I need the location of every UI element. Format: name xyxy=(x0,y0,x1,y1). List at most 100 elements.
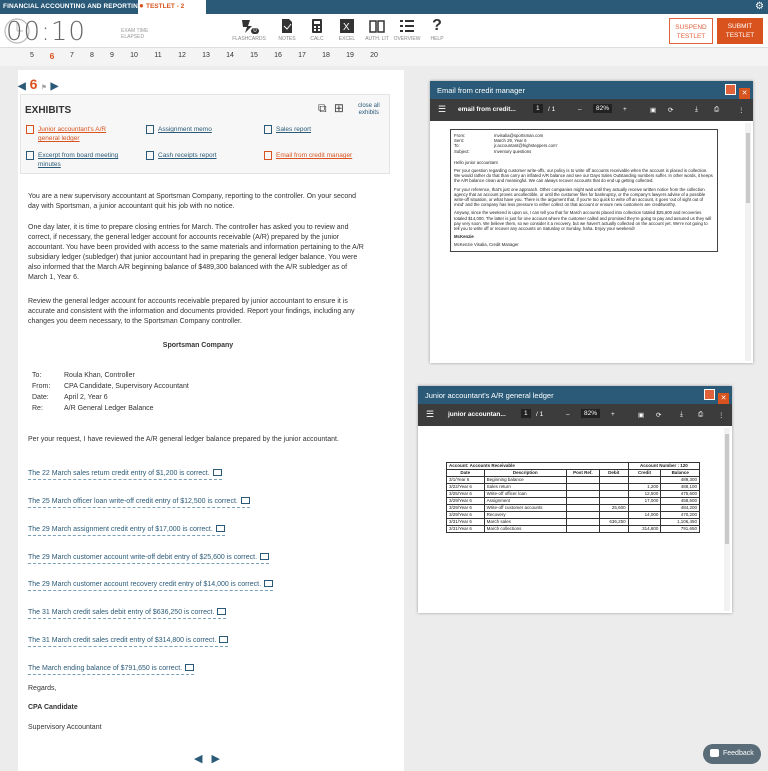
close-all-exhibits-link[interactable]: close all exhibits xyxy=(358,103,380,117)
fit-page-icon[interactable]: ▣ xyxy=(650,106,656,114)
list-icon[interactable] xyxy=(185,664,195,671)
exhibit-link-sales-report[interactable]: Sales report xyxy=(264,125,311,134)
table-cell xyxy=(565,525,600,533)
more-options-icon[interactable]: ⋮ xyxy=(738,106,745,114)
question-number[interactable]: 18 xyxy=(319,52,333,59)
exhibit-link-ar-ledger[interactable]: Junior accountant's A/R general ledger xyxy=(26,125,106,143)
close-icon[interactable]: ✕ xyxy=(739,88,750,99)
cascade-windows-icon[interactable]: ⧉ xyxy=(318,101,327,115)
help-button[interactable]: ? HELP xyxy=(422,16,452,42)
maximize-icon[interactable] xyxy=(704,389,715,400)
flashcards-button[interactable]: 0 FLASHCARDS xyxy=(226,16,272,42)
response-option[interactable]: The 31 March credit sales credit entry o… xyxy=(28,636,229,647)
list-icon[interactable] xyxy=(264,580,274,587)
more-options-icon[interactable]: ⋮ xyxy=(718,411,725,419)
auth-lit-button[interactable]: AUTH. LIT xyxy=(362,16,392,42)
zoom-in-icon[interactable]: + xyxy=(623,106,627,113)
scrollbar[interactable] xyxy=(745,123,751,361)
close-icon[interactable]: ✕ xyxy=(718,393,729,404)
exhibit-link-assignment-memo[interactable]: Assignment memo xyxy=(146,125,212,134)
gear-icon[interactable]: ⚙ xyxy=(755,1,764,12)
zoom-level[interactable]: 82% xyxy=(581,409,601,418)
feedback-button[interactable]: Feedback xyxy=(703,744,761,764)
print-icon[interactable]: ⎙ xyxy=(714,106,719,114)
table-cell xyxy=(598,483,629,491)
top-bar: FINANCIAL ACCOUNTING AND REPORTING ● TES… xyxy=(0,0,768,14)
response-option[interactable]: The March ending balance of $791,650 is … xyxy=(28,664,195,675)
list-icon[interactable] xyxy=(240,497,250,504)
window-title: Email from credit manager xyxy=(437,86,525,95)
window-titlebar[interactable]: Email from credit manager ✕ xyxy=(430,81,753,99)
submit-testlet-button[interactable]: SUBMIT TESTLET xyxy=(717,18,763,44)
zoom-out-icon[interactable]: – xyxy=(578,106,582,113)
zoom-out-icon[interactable]: – xyxy=(566,411,570,418)
email-signoff: McKenzie xyxy=(454,234,474,240)
question-number[interactable]: 16 xyxy=(271,52,285,59)
question-number[interactable]: 14 xyxy=(223,52,237,59)
question-number[interactable]: 17 xyxy=(295,52,309,59)
list-icon[interactable] xyxy=(217,608,227,615)
fit-page-icon[interactable]: ▣ xyxy=(638,411,644,419)
question-number[interactable]: 11 xyxy=(151,52,165,59)
scrollbar[interactable] xyxy=(724,428,730,611)
response-option[interactable]: The 29 March customer account write-off … xyxy=(28,553,270,564)
menu-icon[interactable]: ☰ xyxy=(426,409,434,420)
list-icon[interactable] xyxy=(215,525,225,532)
rotate-icon[interactable]: ⟳ xyxy=(668,106,673,114)
overview-button[interactable]: OVERVIEW xyxy=(392,16,422,42)
response-option[interactable]: The 29 March customer account recovery c… xyxy=(28,580,274,591)
response-option[interactable]: The 22 March sales return credit entry o… xyxy=(28,469,222,480)
question-header: ◀ 6 ⚑ ▶ xyxy=(18,76,58,92)
table-cell: March collections xyxy=(483,525,567,533)
question-number[interactable]: 12 xyxy=(175,52,189,59)
table-cell: 484,200 xyxy=(660,504,700,512)
question-number[interactable]: 9 xyxy=(105,52,119,59)
memo-key: From: xyxy=(32,383,51,390)
question-number[interactable]: 7 xyxy=(65,52,79,59)
question-number[interactable]: 8 xyxy=(85,52,99,59)
svg-text:X: X xyxy=(343,22,350,33)
prev-question-arrow-icon[interactable]: ◀ xyxy=(18,81,26,92)
table-cell: Beginning balance xyxy=(483,476,567,484)
list-icon[interactable] xyxy=(212,469,222,476)
zoom-level[interactable]: 82% xyxy=(593,104,613,113)
question-number[interactable]: 5 xyxy=(25,52,39,59)
suspend-testlet-button[interactable]: SUSPEND TESTLET xyxy=(669,18,713,44)
window-titlebar[interactable]: Junior accountant's A/R general ledger ✕ xyxy=(418,386,732,404)
response-option[interactable]: The 29 March assignment credit entry of … xyxy=(28,525,225,536)
calc-button[interactable]: CALC xyxy=(302,16,332,42)
zoom-in-icon[interactable]: + xyxy=(611,411,615,418)
question-number[interactable]: 13 xyxy=(199,52,213,59)
download-icon[interactable]: ⤓ xyxy=(680,411,683,419)
list-icon[interactable] xyxy=(219,636,229,643)
print-icon[interactable]: ⎙ xyxy=(698,411,703,419)
response-text: The March ending balance of $791,650 is … xyxy=(28,665,183,672)
question-number-current[interactable]: 6 xyxy=(45,51,59,61)
exhibit-link-cash-receipts[interactable]: Cash receipts report xyxy=(146,151,217,160)
flag-icon[interactable]: ⚑ xyxy=(41,85,46,91)
question-number[interactable]: 10 xyxy=(127,52,141,59)
menu-icon[interactable]: ☰ xyxy=(438,104,446,115)
response-option[interactable]: The 25 March officer loan write-off cred… xyxy=(28,497,250,508)
exhibit-link-board-minutes[interactable]: Excerpt from board meeting minutes xyxy=(26,151,118,169)
question-number[interactable]: 15 xyxy=(247,52,261,59)
notes-button[interactable]: NOTES xyxy=(272,16,302,42)
question-number[interactable]: 20 xyxy=(367,52,381,59)
list-icon[interactable] xyxy=(260,553,270,560)
memo-from: CPA Candidate, Supervisory Accountant xyxy=(64,383,189,390)
tile-windows-icon[interactable]: ⊞ xyxy=(334,101,344,115)
excel-button[interactable]: X EXCEL xyxy=(332,16,362,42)
next-question-arrow-icon[interactable]: ▶ xyxy=(51,81,59,92)
page-input[interactable]: 1 xyxy=(521,409,531,418)
rotate-icon[interactable]: ⟳ xyxy=(656,411,661,419)
response-option[interactable]: The 31 March credit sales debit entry of… xyxy=(28,608,227,619)
testlet-tab[interactable]: ● TESTLET - 2 xyxy=(138,0,206,14)
page-input[interactable]: 1 xyxy=(533,104,543,113)
pdf-toolbar: ☰ junior accountan... 1 / 1 – 82% + ▣ ⟳ … xyxy=(418,404,732,426)
next-arrow-icon[interactable]: ▶ xyxy=(212,753,220,765)
question-number[interactable]: 19 xyxy=(343,52,357,59)
exhibit-link-email[interactable]: Email from credit manager xyxy=(264,151,352,160)
prev-arrow-icon[interactable]: ◀ xyxy=(194,753,202,765)
download-icon[interactable]: ⤓ xyxy=(695,106,698,114)
maximize-icon[interactable] xyxy=(725,84,736,95)
